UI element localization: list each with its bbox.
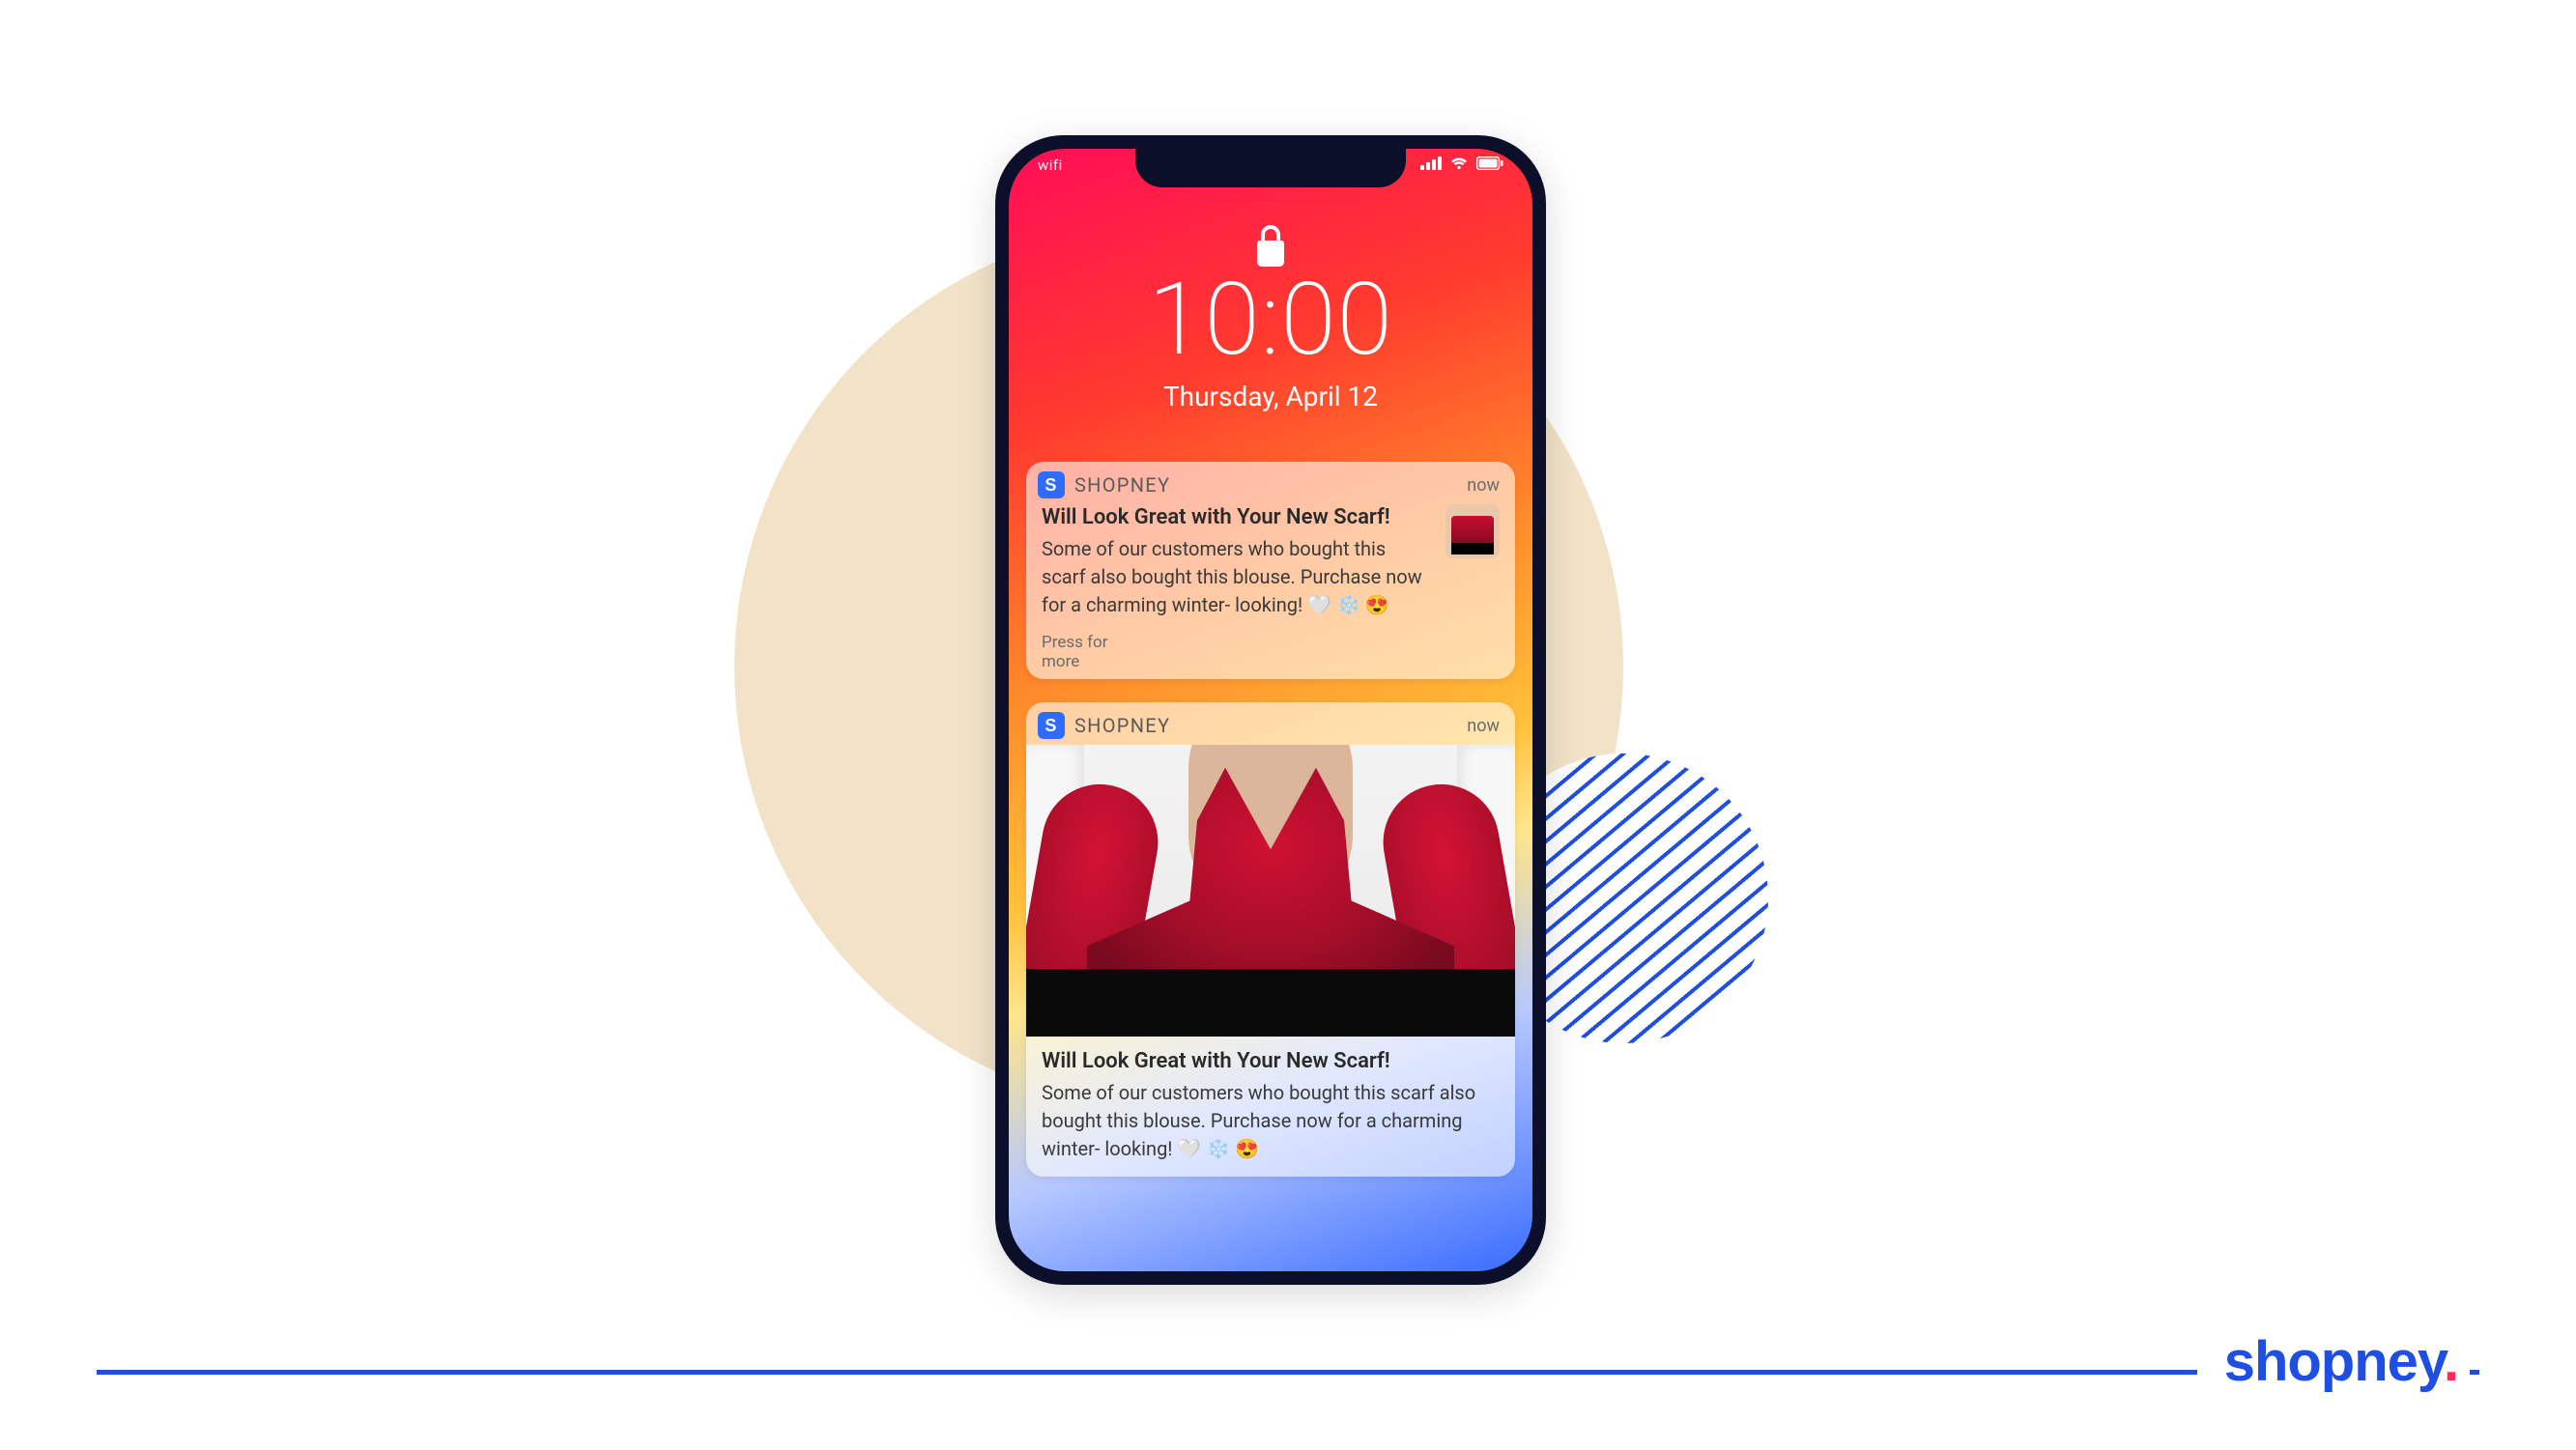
lock-icon (1254, 224, 1287, 267)
notification-1-time: now (1467, 475, 1500, 496)
notification-2-header: S SHOPNEY now (1026, 702, 1515, 745)
wifi-icon (1449, 156, 1469, 170)
notification-1-app-name: SHOPNEY (1074, 473, 1170, 497)
notification-2-title: Will Look Great with Your New Scarf! (1042, 1048, 1500, 1075)
press-hint-line2: more (1042, 652, 1500, 671)
press-hint-line1: Press for (1042, 633, 1500, 652)
notification-2-app: S SHOPNEY (1038, 712, 1170, 739)
notification-stack: S SHOPNEY now Will Look Great with Your … (1026, 462, 1515, 1200)
brand-name: shopney (2224, 1330, 2444, 1393)
app-badge-icon: S (1038, 471, 1065, 498)
status-carrier-label: wifi (1038, 156, 1063, 174)
battery-icon (1476, 156, 1503, 170)
notification-2-time: now (1467, 716, 1500, 736)
footer-rule (97, 1370, 2479, 1375)
brand-dot: . (2444, 1330, 2458, 1393)
signal-icon (1420, 156, 1442, 170)
notification-card-2[interactable]: S SHOPNEY now (1026, 702, 1515, 1177)
notification-1-header: S SHOPNEY now (1026, 462, 1515, 504)
notification-1-press-hint[interactable]: Press for more (1026, 633, 1515, 680)
notification-card-1[interactable]: S SHOPNEY now Will Look Great with Your … (1026, 462, 1515, 679)
notification-2-description: Some of our customers who bought this sc… (1042, 1079, 1500, 1163)
notification-1-thumbnail (1445, 504, 1500, 558)
notification-2-hero-image (1026, 745, 1515, 1037)
lockscreen-clock: 10:00 (1009, 270, 1532, 371)
phone-screen: wifi (1009, 149, 1532, 1271)
lockscreen-date: Thursday, April 12 (1009, 381, 1532, 412)
notification-2-body: Will Look Great with Your New Scarf! Som… (1026, 1037, 1515, 1177)
notification-1-description: Some of our customers who bought this sc… (1042, 535, 1432, 619)
app-badge-icon: S (1038, 712, 1065, 739)
page-canvas: wifi (0, 0, 2576, 1450)
notification-2-app-name: SHOPNEY (1074, 714, 1170, 737)
notification-1-body: Will Look Great with Your New Scarf! Som… (1026, 504, 1515, 633)
product-thumbnail-image (1445, 504, 1500, 558)
lockscreen-header: 10:00 Thursday, April 12 (1009, 224, 1532, 412)
brand-logo: shopney. (2197, 1329, 2470, 1398)
notification-1-app: S SHOPNEY (1038, 471, 1170, 498)
phone-device-frame: wifi (995, 135, 1546, 1285)
notification-1-title: Will Look Great with Your New Scarf! (1042, 504, 1432, 531)
phone-notch (1135, 149, 1406, 187)
status-right-cluster (1420, 156, 1503, 170)
